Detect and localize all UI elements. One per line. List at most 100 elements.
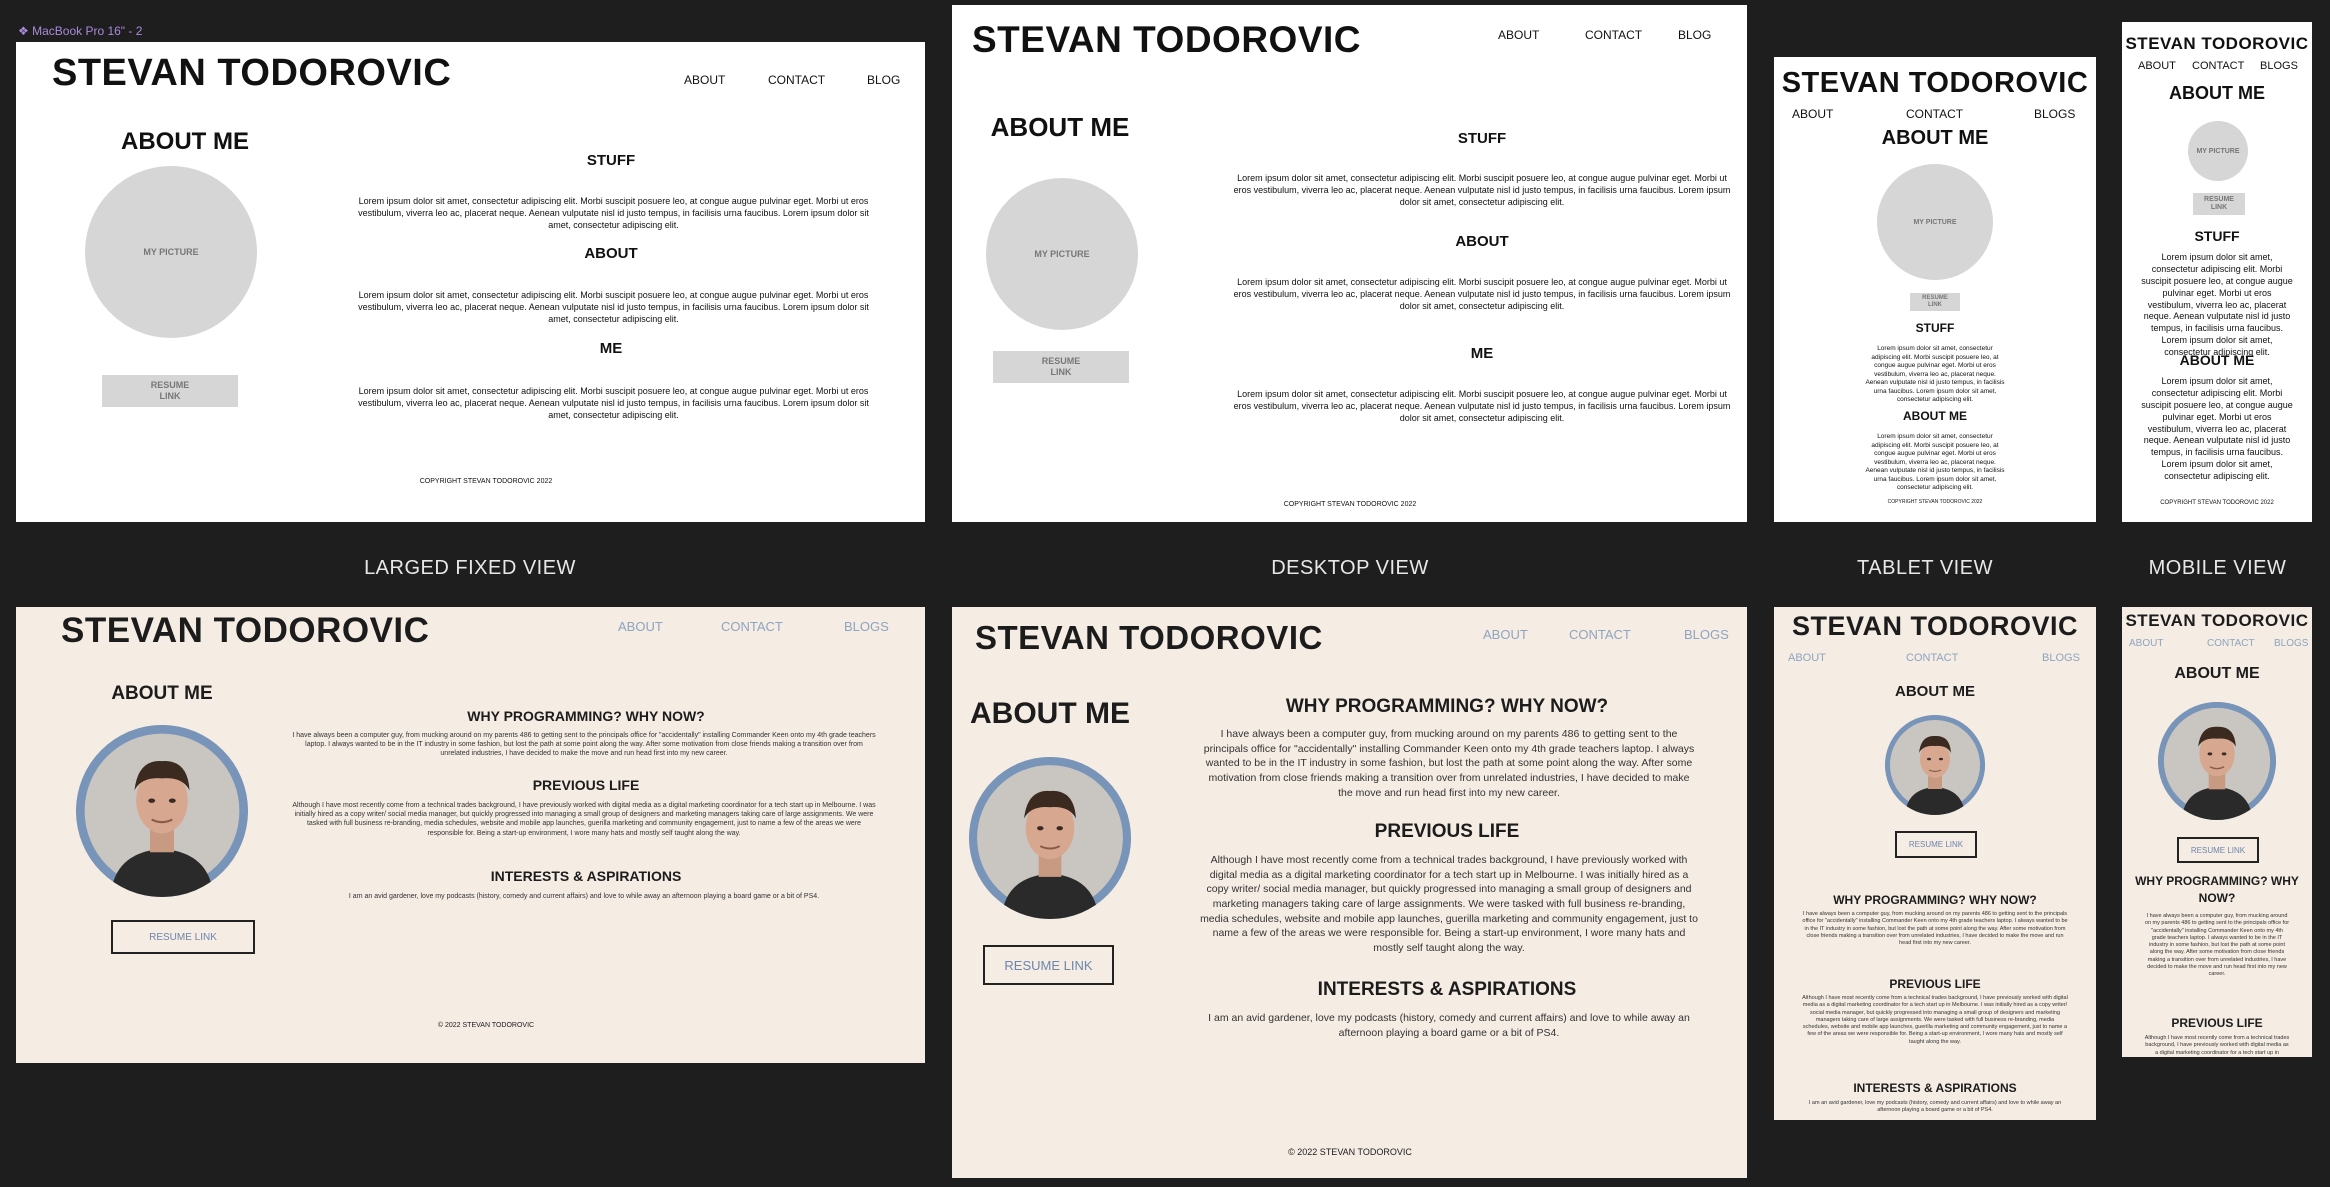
wireframe-desktop-frame: STEVAN TODOROVIC ABOUT CONTACT BLOG ABOU… bbox=[952, 5, 1747, 522]
resume-link-label: RESUME LINK bbox=[1922, 294, 1948, 308]
resume-link-label: RESUME LINK bbox=[2204, 195, 2234, 211]
nav-about-link[interactable]: ABOUT bbox=[1792, 107, 1833, 121]
about-me-heading-2: ABOUT ME bbox=[1903, 409, 1967, 423]
stuff-heading: STUFF bbox=[1457, 130, 1507, 147]
frame-icon: ❖ bbox=[18, 24, 33, 38]
about-heading: ABOUT bbox=[584, 245, 638, 262]
why-programming-text: I have always been a computer guy, from … bbox=[1203, 728, 1695, 799]
copyright: COPYRIGHT STEVAN TODOROVIC 2022 bbox=[1887, 499, 1983, 505]
nav-contact-link[interactable]: CONTACT bbox=[2192, 60, 2244, 72]
resume-link-button[interactable]: RESUME LINK bbox=[2177, 837, 2259, 863]
resume-link-button[interactable]: RESUME LINK bbox=[111, 920, 255, 954]
caption-tablet-view: TABLET VIEW bbox=[1857, 557, 1993, 579]
interests-heading: INTERESTS & ASPIRATIONS bbox=[1317, 979, 1577, 1000]
nav-blogs-link[interactable]: BLOGS bbox=[2042, 652, 2080, 664]
about-me-heading: ABOUT ME bbox=[2174, 665, 2260, 682]
about-me-heading: ABOUT ME bbox=[990, 112, 1130, 142]
profile-photo bbox=[2158, 702, 2276, 820]
final-mobile-frame: STEVAN TODOROVIC ABOUT CONTACT BLOGS ABO… bbox=[2122, 607, 2312, 1057]
nav-about-link[interactable]: ABOUT bbox=[618, 619, 663, 634]
site-name: STEVAN TODOROVIC bbox=[61, 611, 430, 650]
about-text: Lorem ipsum dolor sit amet, consectetur … bbox=[358, 290, 869, 324]
nav-about-link[interactable]: ABOUT bbox=[1498, 28, 1539, 42]
nav-contact-link[interactable]: CONTACT bbox=[2207, 638, 2255, 649]
interests-heading: INTERESTS & ASPIRATIONS bbox=[1853, 1081, 2017, 1095]
picture-placeholder: MY PICTURE bbox=[1877, 164, 1993, 280]
resume-link-button[interactable]: RESUME LINK bbox=[983, 945, 1114, 985]
resume-link-button[interactable]: RESUME LINK bbox=[2193, 193, 2245, 215]
about-me-text: Lorem ipsum dolor sit amet, consectetur … bbox=[1865, 433, 2005, 492]
nav-contact-link[interactable]: CONTACT bbox=[1585, 28, 1642, 42]
wireframe-large-fixed-frame: STEVAN TODOROVIC ABOUT CONTACT BLOG ABOU… bbox=[16, 42, 925, 522]
why-programming-heading: WHY PROGRAMMING? WHY NOW? bbox=[467, 708, 705, 724]
nav-contact-link[interactable]: CONTACT bbox=[1906, 107, 1963, 121]
nav-about-link[interactable]: ABOUT bbox=[2129, 638, 2163, 649]
nav-about-link[interactable]: ABOUT bbox=[1788, 652, 1826, 664]
nav-blog-link[interactable]: BLOG bbox=[1678, 28, 1711, 42]
why-programming-heading: WHY PROGRAMMING? WHY NOW? bbox=[1833, 893, 2037, 907]
site-name: STEVAN TODOROVIC bbox=[52, 52, 452, 94]
site-name: STEVAN TODOROVIC bbox=[1781, 67, 2089, 99]
stuff-heading: STUFF bbox=[1915, 321, 1955, 335]
previous-life-text: Although I have most recently come from … bbox=[292, 802, 876, 837]
site-name: STEVAN TODOROVIC bbox=[2125, 34, 2309, 53]
why-programming-heading: WHY PROGRAMMING? WHY NOW? bbox=[2135, 874, 2299, 905]
nav-blog-link[interactable]: BLOG bbox=[867, 73, 900, 87]
nav-about-link[interactable]: ABOUT bbox=[1483, 627, 1528, 642]
profile-photo bbox=[969, 757, 1131, 919]
picture-placeholder: MY PICTURE bbox=[986, 178, 1138, 330]
nav-blogs-link[interactable]: BLOGS bbox=[2034, 107, 2075, 121]
final-desktop-frame: STEVAN TODOROVIC ABOUT CONTACT BLOGS ABO… bbox=[952, 607, 1747, 1178]
why-programming-text: I have always been a computer guy, from … bbox=[292, 732, 876, 758]
nav-blogs-link[interactable]: BLOGS bbox=[844, 619, 889, 634]
me-heading: ME bbox=[1470, 345, 1494, 362]
about-me-heading: ABOUT ME bbox=[970, 697, 1130, 730]
about-me-heading: ABOUT ME bbox=[2169, 83, 2265, 103]
previous-life-text: Although I have most recently come from … bbox=[1802, 995, 2068, 1045]
previous-life-text: Although I have most recently come from … bbox=[1200, 854, 1698, 955]
stuff-text: Lorem ipsum dolor sit amet, consectetur … bbox=[2141, 252, 2293, 357]
previous-life-heading: PREVIOUS LIFE bbox=[1374, 821, 1520, 842]
why-programming-heading: WHY PROGRAMMING? WHY NOW? bbox=[1285, 696, 1609, 717]
about-me-heading: ABOUT ME bbox=[1881, 127, 1989, 149]
about-me-heading: ABOUT ME bbox=[121, 128, 249, 155]
stuff-heading: STUFF bbox=[586, 152, 636, 169]
why-programming-text: I have always been a computer guy, from … bbox=[1802, 911, 2068, 946]
stuff-heading: STUFF bbox=[2194, 228, 2240, 244]
nav-blogs-link[interactable]: BLOGS bbox=[2260, 60, 2298, 72]
nav-blogs-link[interactable]: BLOGS bbox=[1684, 627, 1729, 642]
copyright: © 2022 STEVAN TODOROVIC bbox=[1288, 1147, 1412, 1157]
interests-heading: INTERESTS & ASPIRATIONS bbox=[490, 868, 682, 884]
resume-link-button[interactable]: RESUME LINK bbox=[102, 375, 238, 407]
nav-contact-link[interactable]: CONTACT bbox=[1906, 652, 1958, 664]
nav-about-link[interactable]: ABOUT bbox=[2138, 60, 2176, 72]
final-tablet-frame: STEVAN TODOROVIC ABOUT CONTACT BLOGS ABO… bbox=[1774, 607, 2096, 1120]
nav-contact-link[interactable]: CONTACT bbox=[768, 73, 825, 87]
interests-text: I am an avid gardener, love my podcasts … bbox=[348, 893, 820, 900]
resume-link-button[interactable]: RESUME LINK bbox=[1895, 831, 1977, 858]
about-me-text: Lorem ipsum dolor sit amet, consectetur … bbox=[2141, 376, 2293, 481]
nav-blogs-link[interactable]: BLOGS bbox=[2274, 638, 2308, 649]
site-name: STEVAN TODOROVIC bbox=[972, 19, 1362, 60]
frame-label-text: MacBook Pro 16" - 2 bbox=[32, 24, 143, 38]
me-heading: ME bbox=[599, 340, 623, 357]
wireframe-mobile-frame: STEVAN TODOROVIC ABOUT CONTACT BLOGS ABO… bbox=[2122, 22, 2312, 522]
nav-contact-link[interactable]: CONTACT bbox=[1569, 627, 1631, 642]
nav-about-link[interactable]: ABOUT bbox=[684, 73, 725, 87]
picture-placeholder: MY PICTURE bbox=[2188, 121, 2248, 181]
me-text: Lorem ipsum dolor sit amet, consectetur … bbox=[358, 386, 869, 420]
resume-link-button[interactable]: RESUME LINK bbox=[993, 351, 1129, 383]
resume-link-label: RESUME LINK bbox=[1041, 356, 1081, 377]
picture-placeholder: MY PICTURE bbox=[85, 166, 257, 338]
resume-link-button[interactable]: RESUME LINK bbox=[1910, 293, 1960, 311]
about-text: Lorem ipsum dolor sit amet, consectetur … bbox=[1233, 277, 1731, 311]
profile-photo bbox=[1885, 715, 1985, 815]
previous-life-heading: PREVIOUS LIFE bbox=[532, 777, 640, 793]
site-name: STEVAN TODOROVIC bbox=[1791, 611, 2079, 641]
previous-life-heading: PREVIOUS LIFE bbox=[2171, 1016, 2263, 1030]
site-name: STEVAN TODOROVIC bbox=[2125, 611, 2309, 630]
previous-life-text: Although I have most recently come from … bbox=[2144, 1035, 2290, 1057]
profile-photo bbox=[76, 725, 248, 897]
wireframe-tablet-frame: STEVAN TODOROVIC ABOUT CONTACT BLOGS ABO… bbox=[1774, 57, 2096, 522]
nav-contact-link[interactable]: CONTACT bbox=[721, 619, 783, 634]
